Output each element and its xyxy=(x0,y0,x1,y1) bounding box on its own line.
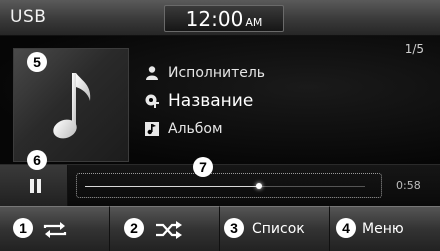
now-playing-panel: 1/5 Исполнитель Название Альбом xyxy=(0,36,440,164)
music-title-icon xyxy=(145,94,159,108)
shuffle-icon xyxy=(156,221,182,239)
track-title: Название xyxy=(168,91,254,111)
callout-badge-shuffle: 2 xyxy=(124,218,144,238)
title-row: Название xyxy=(144,87,265,115)
pause-icon-bar xyxy=(37,179,41,193)
callout-badge-list: 3 xyxy=(224,218,244,238)
progress-track xyxy=(85,183,365,189)
clock-time: 12:00 xyxy=(185,7,244,31)
callout-badge-album-art: 5 xyxy=(27,52,47,72)
album-name: Альбом xyxy=(168,121,223,137)
repeat-icon xyxy=(43,222,67,238)
callout-badge-play-pause: 6 xyxy=(27,150,47,170)
artist-name: Исполнитель xyxy=(168,65,266,81)
elapsed-time: 0:58 xyxy=(396,179,421,192)
progress-row: 0:58 xyxy=(0,164,440,207)
softkey-bar: Список Меню xyxy=(0,206,440,251)
music-note-icon xyxy=(53,73,91,139)
clock[interactable]: 12:00 AM xyxy=(164,5,284,32)
clock-ampm: AM xyxy=(245,16,263,29)
album-icon xyxy=(145,122,159,136)
menu-button-label: Меню xyxy=(362,221,404,237)
progress-fill xyxy=(85,186,259,187)
source-label: USB xyxy=(10,7,47,27)
play-pause-button[interactable] xyxy=(0,165,68,207)
usb-media-screen: USB 12:00 AM 1/5 Исполнитель Название Ал… xyxy=(0,0,440,251)
track-metadata: Исполнитель Название Альбом xyxy=(144,59,265,143)
callout-badge-menu: 4 xyxy=(336,218,356,238)
list-button-label: Список xyxy=(252,221,305,237)
track-counter: 1/5 xyxy=(404,42,424,56)
artist-row: Исполнитель xyxy=(144,59,265,87)
person-icon xyxy=(146,66,158,80)
callout-badge-progress-bar: 7 xyxy=(193,157,213,177)
album-row: Альбом xyxy=(144,115,265,143)
progress-handle[interactable] xyxy=(255,183,262,189)
callout-badge-repeat: 1 xyxy=(13,218,33,238)
pause-icon xyxy=(30,179,34,193)
progress-bar[interactable] xyxy=(76,173,382,198)
status-bar: USB 12:00 AM xyxy=(0,0,440,36)
